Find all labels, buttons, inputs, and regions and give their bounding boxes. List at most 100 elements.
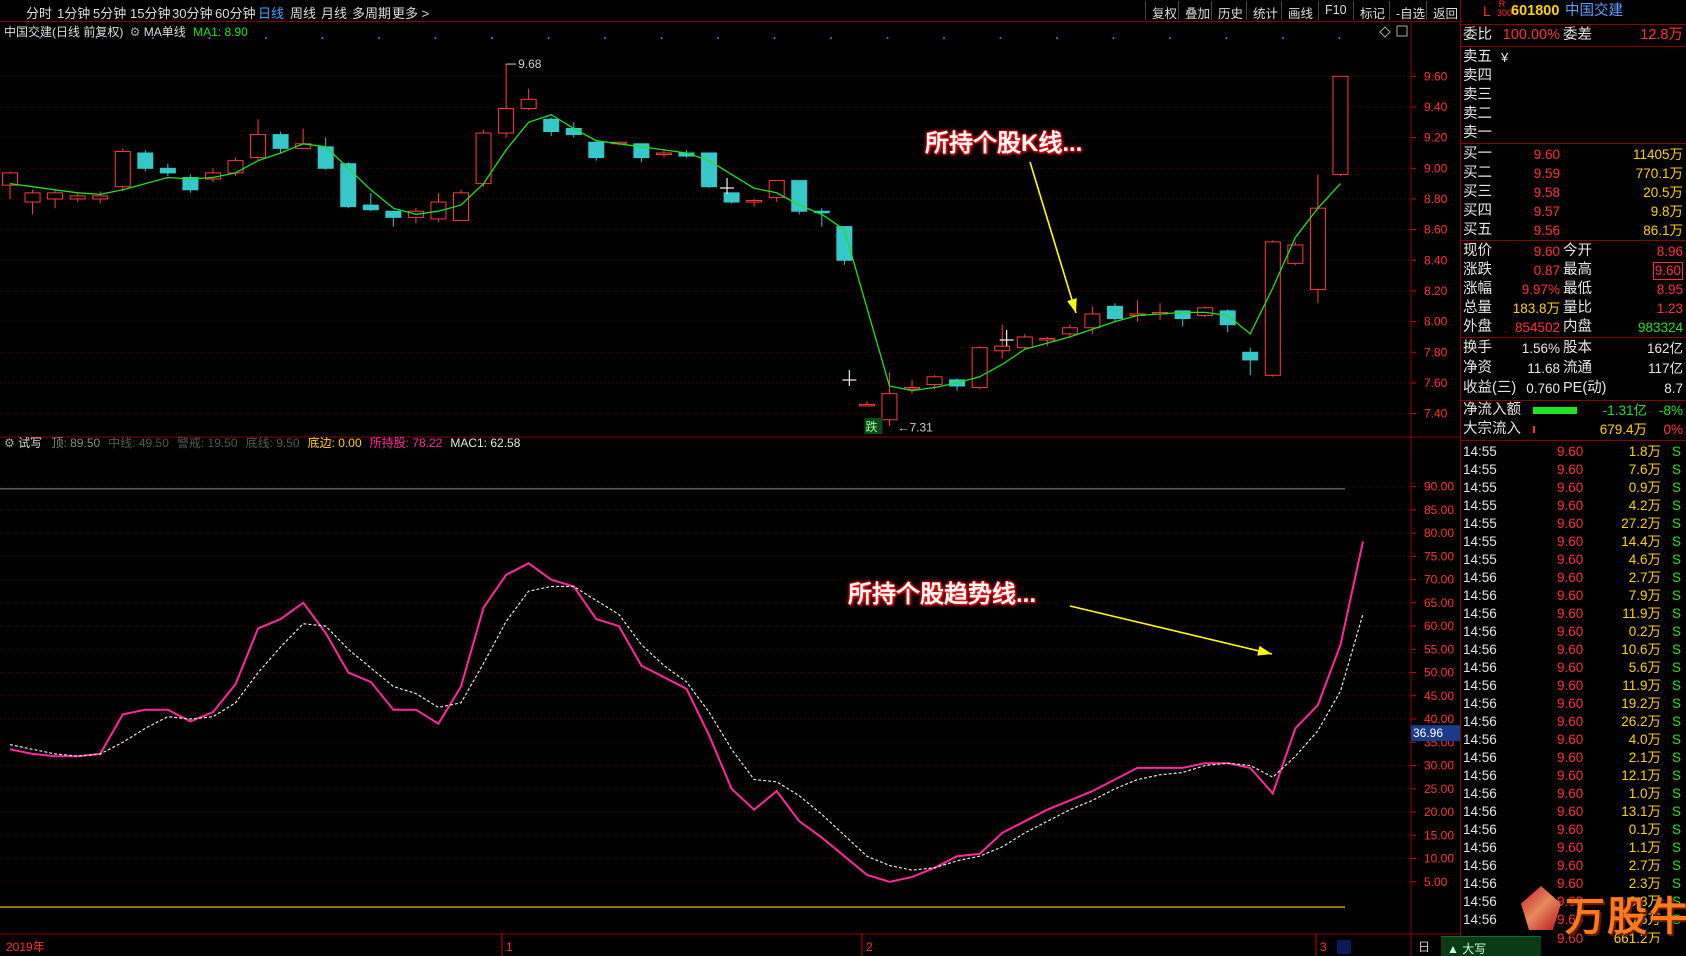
trend-annotation: 所持个股趋势线... bbox=[848, 581, 1037, 608]
sell-level-4: 卖四 bbox=[1461, 67, 1686, 86]
candle bbox=[543, 117, 560, 137]
gear-icon[interactable]: ⚙ bbox=[130, 25, 141, 39]
tick-row: 14:56 9.60 10.6万 S bbox=[1463, 642, 1681, 657]
tick-row: 14:56 9.60 2.7万 S bbox=[1463, 570, 1681, 585]
period-tab-5[interactable]: 60分钟 bbox=[215, 3, 255, 22]
toolbar-button-5[interactable]: F10 bbox=[1318, 1, 1353, 20]
tick-row: 14:56 9.60 19.2万 S bbox=[1463, 696, 1681, 711]
ind-axis-label: 25.00 bbox=[1424, 782, 1454, 796]
kline-axis-label: 8.80 bbox=[1424, 192, 1448, 206]
period-tab-0[interactable]: 分时 bbox=[26, 3, 52, 22]
candle bbox=[250, 119, 267, 161]
sell-label: 卖一 bbox=[1463, 125, 1492, 141]
indicator-value-5: 所持股: 78.22 bbox=[369, 436, 443, 450]
period-tab-1[interactable]: 1分钟 bbox=[57, 3, 90, 22]
candle bbox=[1287, 241, 1304, 265]
sell-level-1: 卖一 bbox=[1461, 124, 1686, 143]
candle bbox=[1242, 347, 1259, 376]
period-tab-9[interactable]: 多周期 bbox=[352, 3, 391, 22]
candle bbox=[1016, 333, 1033, 350]
buy-label: 买五 bbox=[1463, 222, 1492, 238]
period-tab-2[interactable]: 5分钟 bbox=[93, 3, 126, 22]
sell-label: 卖五 bbox=[1463, 49, 1492, 65]
kline-axis-label: 9.60 bbox=[1424, 69, 1448, 83]
toolbar-button-7[interactable]: -自选 bbox=[1389, 1, 1431, 21]
period-tab-8[interactable]: 月线 bbox=[321, 3, 347, 22]
kline-axis-label: 9.00 bbox=[1424, 161, 1448, 175]
sell-level-3: 卖三 bbox=[1461, 86, 1686, 105]
buy-label: 买三 bbox=[1463, 184, 1492, 200]
buy-price: 9.59 bbox=[1533, 166, 1560, 181]
buy-label: 买二 bbox=[1463, 165, 1492, 181]
tab-triangle-icon: ▲ bbox=[1447, 942, 1459, 956]
ind-axis-label: 50.00 bbox=[1424, 666, 1454, 680]
indicator-header: ⚙ 试写 顶: 89.50 中线: 49.50 警戒: 19.50 底线: 9.50 底… bbox=[4, 434, 528, 451]
ind-axis-label: 5.00 bbox=[1424, 875, 1448, 889]
candle bbox=[407, 208, 424, 224]
tick-row: 14:56 9.60 7.9万 S bbox=[1463, 588, 1681, 603]
period-toolbar: 分时 1分钟 5分钟 15分钟 30分钟 60分钟 日线 周线 月线 多周期 更多 > 复权 叠加 历史统… bbox=[0, 0, 1460, 22]
quote-stat-row: 总量 183.8万 量比 1.23 bbox=[1463, 300, 1683, 316]
gear-icon[interactable]: ⚙ bbox=[4, 436, 15, 450]
sell-price: ¥ bbox=[1501, 50, 1509, 65]
period-tab-6[interactable]: 日线 bbox=[258, 3, 284, 22]
holding-trend-line bbox=[9, 541, 1364, 883]
quote-panel: L R 300 601800 中国交建 委比 100.00% 委差 12.8万 卖… bbox=[1460, 0, 1686, 956]
candle bbox=[430, 192, 447, 222]
candle bbox=[746, 198, 763, 207]
candle bbox=[137, 149, 154, 172]
toolbar-button-2[interactable]: 历史 bbox=[1211, 1, 1249, 21]
candle bbox=[971, 346, 988, 390]
toolbar-button-4[interactable]: 画线 bbox=[1281, 1, 1319, 21]
kline-axis-label: 9.20 bbox=[1424, 131, 1448, 145]
ma-value: MA1: 8.90 bbox=[193, 25, 248, 39]
candle bbox=[1219, 309, 1236, 333]
ind-axis-label: 65.00 bbox=[1424, 596, 1454, 610]
toolbar-button-6[interactable]: 标记 bbox=[1353, 1, 1391, 21]
candle bbox=[723, 192, 740, 204]
candle bbox=[881, 372, 898, 426]
time-axis-right-label: 日 bbox=[1418, 940, 1430, 954]
time-axis-label: 2019年 bbox=[6, 940, 45, 954]
flow-bar bbox=[1533, 426, 1535, 433]
high-marker: 9.68 bbox=[518, 57, 542, 71]
buy-level-3: 买三 9.58 20.5万 bbox=[1461, 183, 1686, 202]
time-axis-label: 3 bbox=[1320, 940, 1327, 954]
fund-flow-row: 大宗流入 679.4万 0% bbox=[1463, 421, 1683, 437]
period-tab-3[interactable]: 15分钟 bbox=[130, 3, 170, 22]
indicator-name[interactable]: 试写 bbox=[18, 436, 42, 450]
candle bbox=[588, 140, 605, 161]
toolbar-button-3[interactable]: 统计 bbox=[1246, 1, 1284, 21]
kline-axis-label: 7.60 bbox=[1424, 376, 1448, 390]
buy-level-1: 买一 9.60 11405万 bbox=[1461, 145, 1686, 164]
candle bbox=[475, 129, 492, 187]
toolbar-button-8[interactable]: 返回 bbox=[1426, 1, 1464, 21]
bottom-tab[interactable]: ▲ 大写 bbox=[1441, 936, 1541, 956]
arrow-head-icon bbox=[1067, 298, 1077, 313]
quote-stat-row: 外盘 854502 内盘 983324 bbox=[1463, 319, 1683, 335]
ind-axis-label: 70.00 bbox=[1424, 573, 1454, 587]
tick-row: 14:56 9.60 11.9万 S bbox=[1463, 678, 1681, 693]
period-tab-4[interactable]: 30分钟 bbox=[172, 3, 212, 22]
tick-row: 14:55 9.60 14.4万 S bbox=[1463, 534, 1681, 549]
ind-axis-label: 30.00 bbox=[1424, 759, 1454, 773]
annotation-arrow bbox=[1029, 161, 1077, 314]
candle bbox=[2, 171, 18, 199]
square-icon bbox=[1396, 25, 1408, 37]
buy-label: 买一 bbox=[1463, 146, 1492, 162]
tick-row: 14:56 9.60 1.0万 S bbox=[1463, 786, 1681, 801]
candle bbox=[317, 137, 334, 170]
candle bbox=[272, 131, 289, 153]
kline-axis-label: 7.40 bbox=[1424, 407, 1448, 421]
quote-stat2-row: 换手 1.56% 股本 162亿 bbox=[1463, 340, 1683, 356]
watermark-text: 万股牛 bbox=[1565, 895, 1686, 939]
candle bbox=[159, 163, 176, 176]
period-tab-7[interactable]: 周线 bbox=[290, 3, 316, 22]
kline-axis-label: 8.60 bbox=[1424, 223, 1448, 237]
tick-row: 14:56 9.60 1.1万 S bbox=[1463, 840, 1681, 855]
ma-label[interactable]: MA单线 bbox=[144, 25, 186, 39]
candle bbox=[678, 149, 695, 158]
period-tab-10[interactable]: 更多 > bbox=[392, 3, 429, 22]
ind-axis-label: 20.00 bbox=[1424, 805, 1454, 819]
fund-flow-row: 净流入额 -1.31亿 -8% bbox=[1463, 402, 1683, 418]
